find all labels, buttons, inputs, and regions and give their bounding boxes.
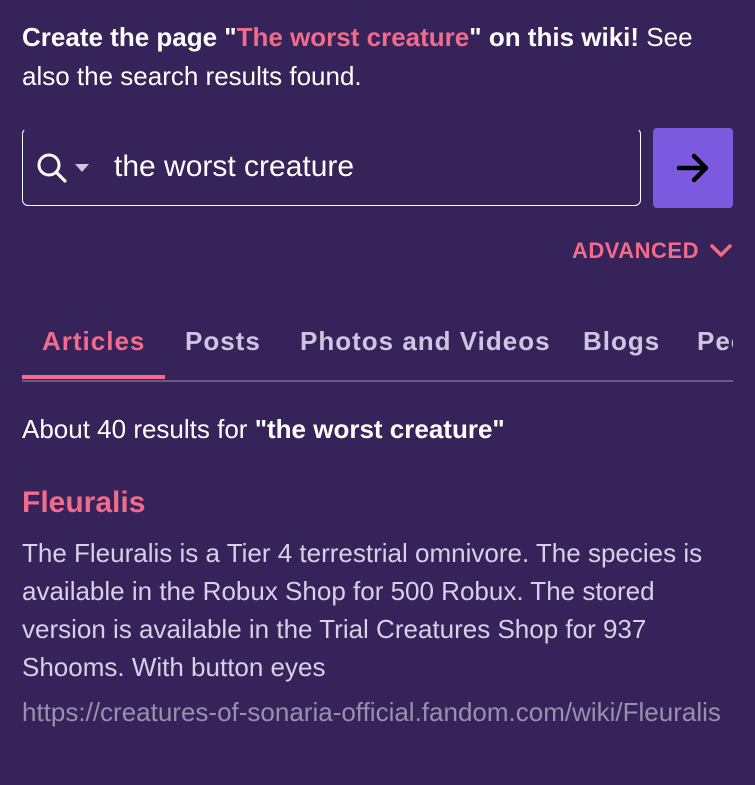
result-title-link[interactable]: Fleuralis — [22, 486, 145, 520]
tab-photos-and-videos[interactable]: Photos and Videos — [300, 326, 551, 357]
result-url-link[interactable]: https://creatures-of-sonaria-official.fa… — [22, 693, 737, 731]
arrow-right-icon — [676, 153, 709, 183]
advanced-label: ADVANCED — [571, 238, 699, 263]
create-page-prefix: Create the page " — [22, 22, 237, 52]
search-icon[interactable] — [35, 151, 69, 185]
result-snippet: The Fleuralis is a Tier 4 terrestrial om… — [22, 538, 703, 682]
tab-blogs[interactable]: Blogs — [583, 326, 660, 357]
tab-posts[interactable]: Posts — [185, 326, 261, 357]
advanced-search-toggle[interactable]: ADVANCED — [572, 236, 733, 266]
create-page-suffix: " on this wiki! — [469, 22, 640, 52]
tab-people[interactable]: People — [697, 326, 733, 357]
caret-down-icon[interactable] — [75, 164, 89, 172]
result-count-prefix: About 40 results for — [22, 414, 255, 444]
search-tabs: Articles Posts Photos and Videos Blogs P… — [22, 318, 733, 382]
search-box — [22, 128, 641, 206]
search-submit-button[interactable] — [653, 128, 733, 208]
result-count: About 40 results for "the worst creature… — [22, 414, 505, 445]
tab-articles[interactable]: Articles — [42, 326, 145, 357]
chevron-down-icon — [710, 244, 732, 257]
create-page-notice: Create the page "The worst creature" on … — [22, 18, 737, 96]
result-query: "the worst creature" — [254, 414, 505, 444]
active-tab-indicator — [22, 375, 165, 379]
create-page-link[interactable]: The worst creature — [237, 22, 470, 52]
search-input[interactable] — [114, 143, 614, 191]
